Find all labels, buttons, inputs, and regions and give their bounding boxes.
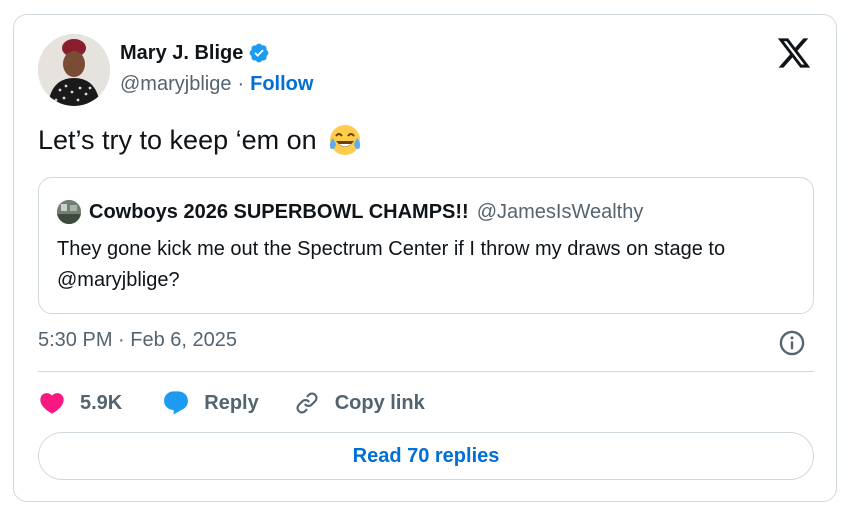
- author-name[interactable]: Mary J. Blige: [120, 42, 243, 65]
- tweet-card: Mary J. Blige @maryjblige · Follow Let’s…: [13, 14, 837, 502]
- divider: [38, 371, 814, 372]
- like-button[interactable]: 5.9K: [38, 389, 122, 417]
- avatar-image: [38, 34, 110, 106]
- reply-button[interactable]: Reply: [162, 389, 259, 417]
- heart-icon: [40, 393, 64, 414]
- like-count: 5.9K: [80, 391, 123, 414]
- info-icon[interactable]: [778, 329, 806, 357]
- copy-link-button[interactable]: Copy link: [293, 389, 425, 417]
- quoted-author-name: Cowboys 2026 SUPERBOWL CHAMPS!!: [89, 200, 469, 223]
- link-icon: [296, 392, 318, 414]
- tweet-text: Let’s try to keep ‘em on: [38, 124, 317, 155]
- tweet-body: Let’s try to keep ‘em on: [38, 122, 363, 158]
- read-replies-label: Read 70 replies: [352, 444, 500, 467]
- author-avatar[interactable]: [38, 34, 110, 106]
- quoted-tweet[interactable]: Cowboys 2026 SUPERBOWL CHAMPS!! @JamesIs…: [38, 177, 814, 314]
- action-bar: 5.9K Reply Copy link: [38, 387, 425, 419]
- copy-link-label: Copy link: [334, 391, 425, 414]
- read-replies-button[interactable]: Read 70 replies: [38, 432, 814, 480]
- author-block: Mary J. Blige @maryjblige · Follow: [120, 39, 313, 96]
- tweet-timestamp[interactable]: 5:30 PM · Feb 6, 2025: [38, 329, 237, 352]
- quoted-author-avatar: [57, 200, 81, 224]
- face-with-tears-of-joy-icon: [329, 125, 360, 155]
- quoted-author-handle: @JamesIsWealthy: [476, 200, 644, 223]
- handle-separator: ·: [237, 73, 245, 95]
- quoted-tweet-text: They gone kick me out the Spectrum Cente…: [57, 238, 726, 291]
- x-logo-icon[interactable]: [776, 35, 812, 71]
- quoted-avatar-image: [57, 200, 81, 224]
- reply-bubble-icon: [164, 391, 189, 415]
- follow-button[interactable]: Follow: [250, 73, 313, 96]
- verified-badge-icon: [249, 43, 269, 63]
- author-handle[interactable]: @maryjblige: [120, 73, 231, 96]
- reply-label: Reply: [204, 391, 259, 414]
